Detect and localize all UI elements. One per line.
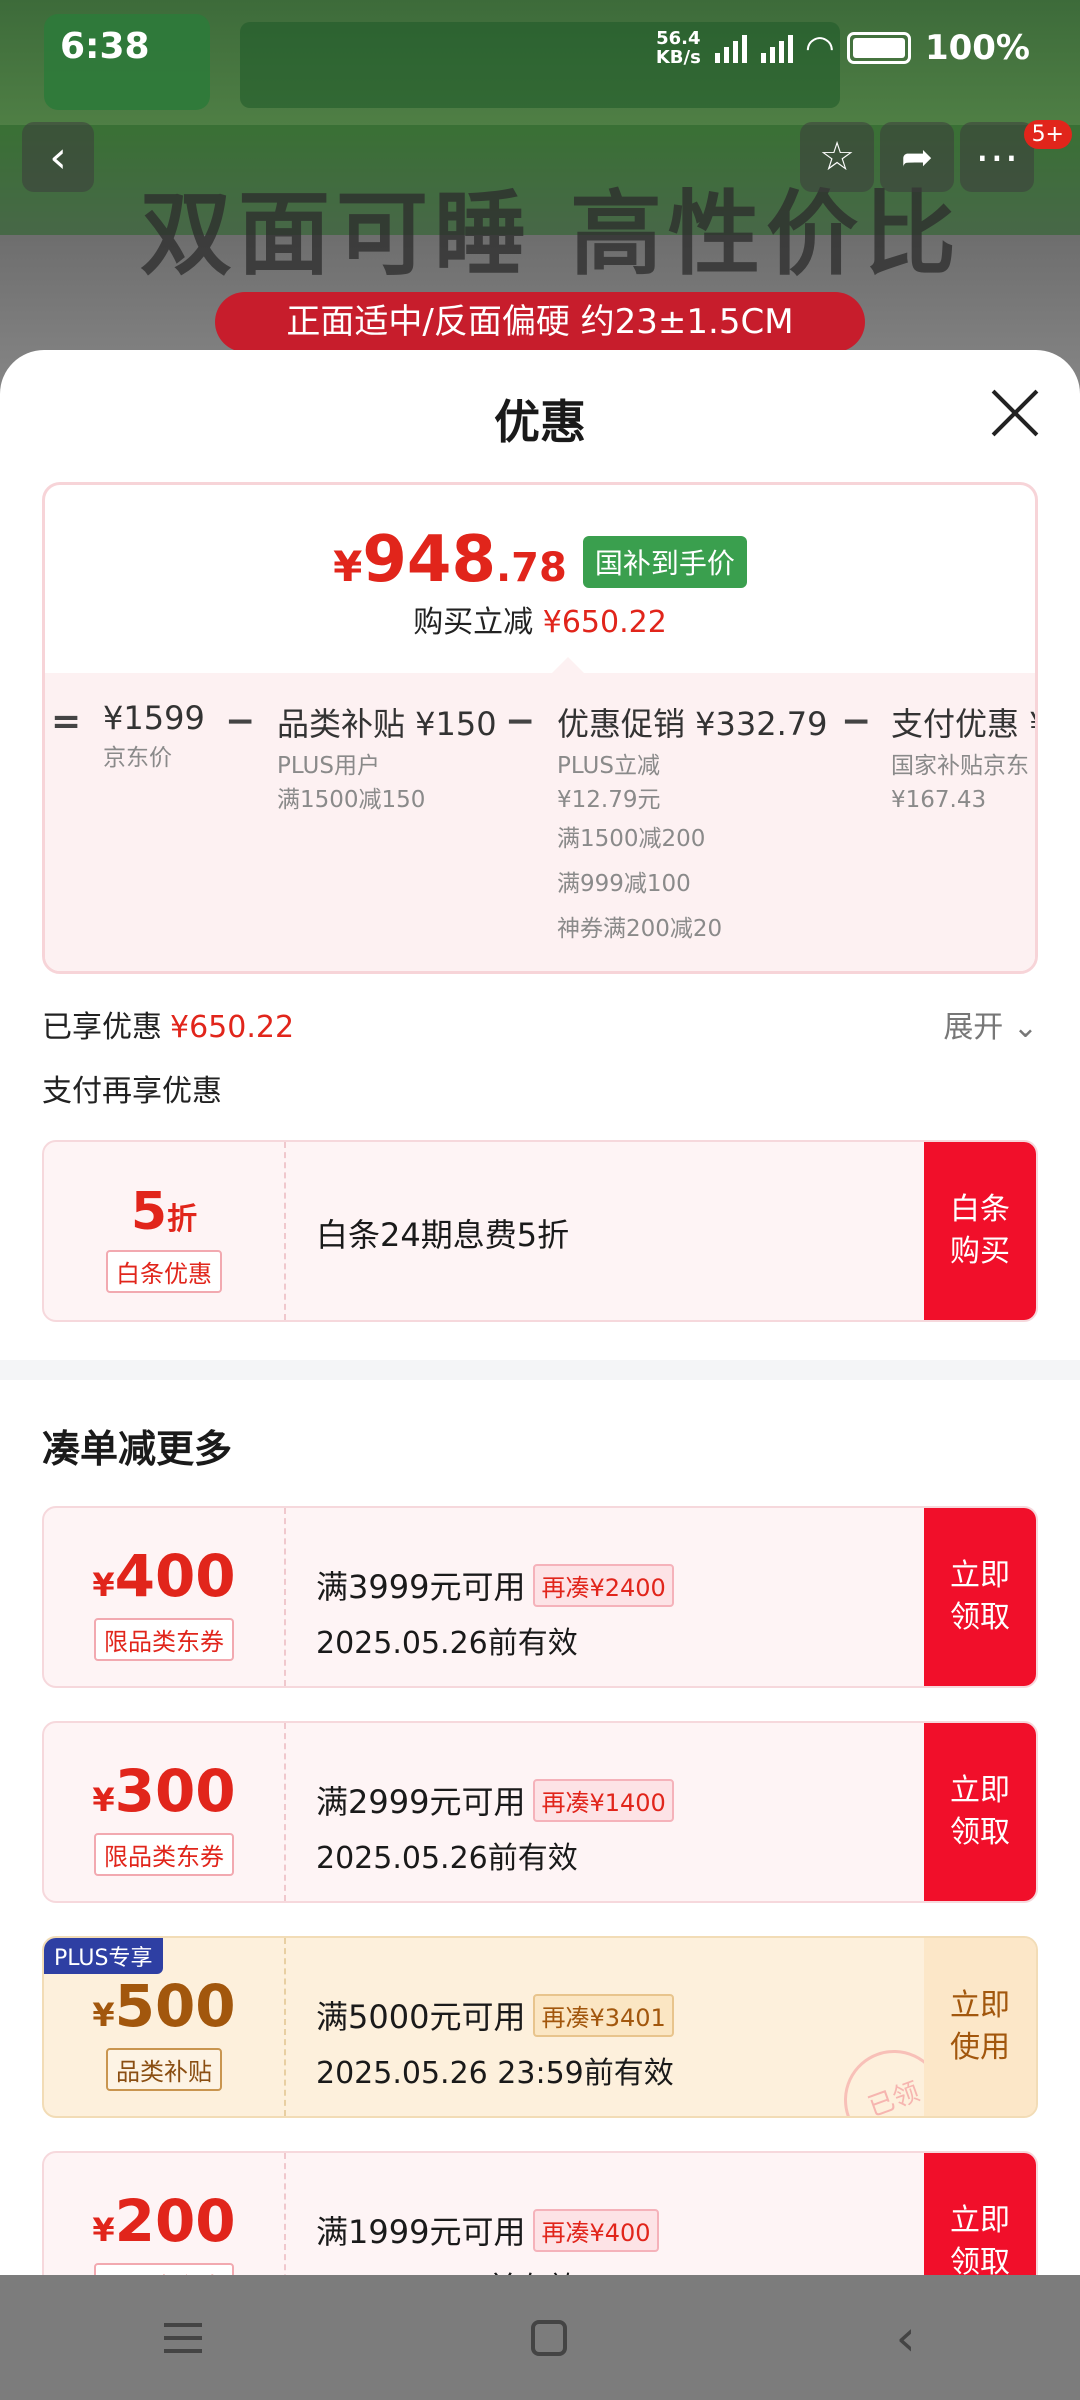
claim-button[interactable]: 立即领取 <box>924 1508 1036 1686</box>
coupon-currency: ¥ <box>92 1566 115 1604</box>
pointer-triangle <box>552 657 584 673</box>
coupon-condition: 满3999元可用 <box>316 1568 526 1606</box>
more-button[interactable]: ⋯ <box>960 122 1034 192</box>
coupon-amount: 400 <box>114 1542 236 1610</box>
coupon-gap-tag: 再凑¥3401 <box>533 1993 674 2037</box>
coupon-condition: 满1999元可用 <box>316 2213 526 2251</box>
baitiao-tag: 白条优惠 <box>106 1250 222 1293</box>
battery-icon <box>846 32 911 64</box>
breakdown-item-category-subsidy: 品类补贴 ¥150 PLUS用户 满1500减150 <box>277 705 497 813</box>
status-time: 6:38 <box>60 26 150 67</box>
breakdown-item-payment: 支付优惠 ¥ 国家补贴京东 ¥167.43 <box>891 705 1038 813</box>
close-icon[interactable] <box>990 388 1040 438</box>
chevron-down-icon: ⌄ <box>1012 1010 1038 1045</box>
baitiao-left: 5折 白条优惠 <box>44 1142 286 1320</box>
back-icon: ‹ <box>49 131 67 183</box>
coupon-expiry: 2025.05.26前有效 <box>316 1841 578 1876</box>
coupon-card: ¥200 限品类东券 满1999元可用再凑¥400 2025.05.26前有效 … <box>42 2151 1038 2275</box>
plus-coupon-card: PLUS专享 ¥500 品类补贴 满5000元可用 再凑¥3401 2025.05… <box>42 1936 1038 2118</box>
coupon-card: ¥300 限品类东券 满2999元可用 再凑¥1400 2025.05.26前有效… <box>42 1721 1038 1903</box>
share-button[interactable]: ➦ <box>880 122 954 192</box>
pay-discount-title: 支付再享优惠 <box>42 1074 222 1109</box>
expand-button[interactable]: 展开 ⌄ <box>943 1002 1038 1046</box>
home-icon[interactable] <box>530 2319 567 2356</box>
network-speed: 56.4 KB/s <box>655 28 701 68</box>
price-summary: ¥ 948 .78 国补到手价 购买立减 ¥650.22 = ¥1599 京东价… <box>42 482 1038 974</box>
coupon-tag: 限品类东券 <box>94 1618 234 1661</box>
coupon-amount: 200 <box>114 2187 236 2255</box>
enjoyed-discount: 已享优惠 ¥650.22 <box>42 1010 295 1045</box>
star-icon: ☆ <box>819 134 855 180</box>
coupon-expiry: 2025.05.26前有效 <box>316 2263 659 2275</box>
back-nav-icon[interactable]: ‹ <box>896 2309 916 2367</box>
signal-1-icon <box>714 33 747 63</box>
message-badge: 5+ <box>1023 120 1072 149</box>
battery-percent: 100% <box>924 28 1030 68</box>
section-divider <box>0 1360 1080 1380</box>
op-minus: − <box>841 701 872 742</box>
coupon-tag: 限品类东券 <box>94 2263 234 2275</box>
instant-discount: 购买立减 ¥650.22 <box>413 605 667 640</box>
system-nav-bar: ‹ <box>0 2275 1080 2400</box>
coupon-gap-tag: 再凑¥2400 <box>533 1563 674 1607</box>
use-button[interactable]: 立即使用 <box>924 1938 1036 2116</box>
more-icon: ⋯ <box>975 131 1019 183</box>
baitiao-card: 5折 白条优惠 白条24期息费5折 白条购买 <box>42 1140 1038 1322</box>
product-spec-pill: 正面适中/反面偏硬 约23±1.5CM <box>215 292 865 352</box>
coupon-card: ¥400 限品类东券 满3999元可用 再凑¥2400 2025.05.26前有效… <box>42 1506 1038 1688</box>
price-header: ¥ 948 .78 国补到手价 购买立减 ¥650.22 <box>45 485 1035 673</box>
coupon-condition: 满5000元可用 <box>316 1998 526 2036</box>
coupon-expiry: 2025.05.26前有效 <box>316 1626 578 1661</box>
coupon-tag: 限品类东券 <box>94 1833 234 1876</box>
favorite-button[interactable]: ☆ <box>800 122 874 192</box>
coupon-gap-tag: 再凑¥400 <box>533 2208 659 2252</box>
baitiao-desc: 白条24期息费5折 <box>316 1216 570 1254</box>
coupon-amount: 300 <box>114 1757 236 1825</box>
op-equals: = <box>51 701 82 742</box>
sheet-title: 优惠 <box>494 395 586 449</box>
subsidy-price-tag: 国补到手价 <box>582 536 747 588</box>
breakdown-item-promotion: 优惠促销 ¥332.79 PLUS立减 ¥12.79元 满1500减200 满9… <box>557 705 828 942</box>
signal-2-icon <box>760 33 793 63</box>
coupon-condition: 满2999元可用 <box>316 1783 526 1821</box>
coupon-expiry: 2025.05.26 23:59前有效 <box>316 2056 674 2091</box>
baitiao-buy-button[interactable]: 白条购买 <box>924 1142 1036 1320</box>
status-bar: 6:38 56.4 KB/s ◠ 100% <box>0 0 1080 100</box>
price-breakdown[interactable]: = ¥1599 京东价 − 品类补贴 ¥150 PLUS用户 满1500减150… <box>45 673 1038 971</box>
menu-icon[interactable] <box>164 2322 203 2353</box>
coupon-tag: 品类补贴 <box>106 2048 222 2091</box>
wifi-icon: ◠ <box>806 28 833 68</box>
section-title: 凑单减更多 <box>42 1427 233 1471</box>
status-icons: 56.4 KB/s ◠ 100% <box>656 28 1030 68</box>
share-icon: ➦ <box>901 135 933 179</box>
discount-sheet: 优惠 ¥ 948 .78 国补到手价 购买立减 ¥650.22 = ¥1599 … <box>0 350 1080 2275</box>
claim-button[interactable]: 立即领取 <box>924 1723 1036 1901</box>
final-price: ¥ 948 .78 国补到手价 <box>45 523 1035 597</box>
breakdown-item-jd-price: ¥1599 京东价 <box>103 699 205 771</box>
claim-button[interactable]: 立即领取 <box>924 2153 1036 2275</box>
back-button[interactable]: ‹ <box>22 122 94 192</box>
coupon-gap-tag: 再凑¥1400 <box>533 1778 674 1822</box>
coupon-amount: 500 <box>114 1972 236 2040</box>
op-minus: − <box>225 701 256 742</box>
op-minus: − <box>505 701 536 742</box>
